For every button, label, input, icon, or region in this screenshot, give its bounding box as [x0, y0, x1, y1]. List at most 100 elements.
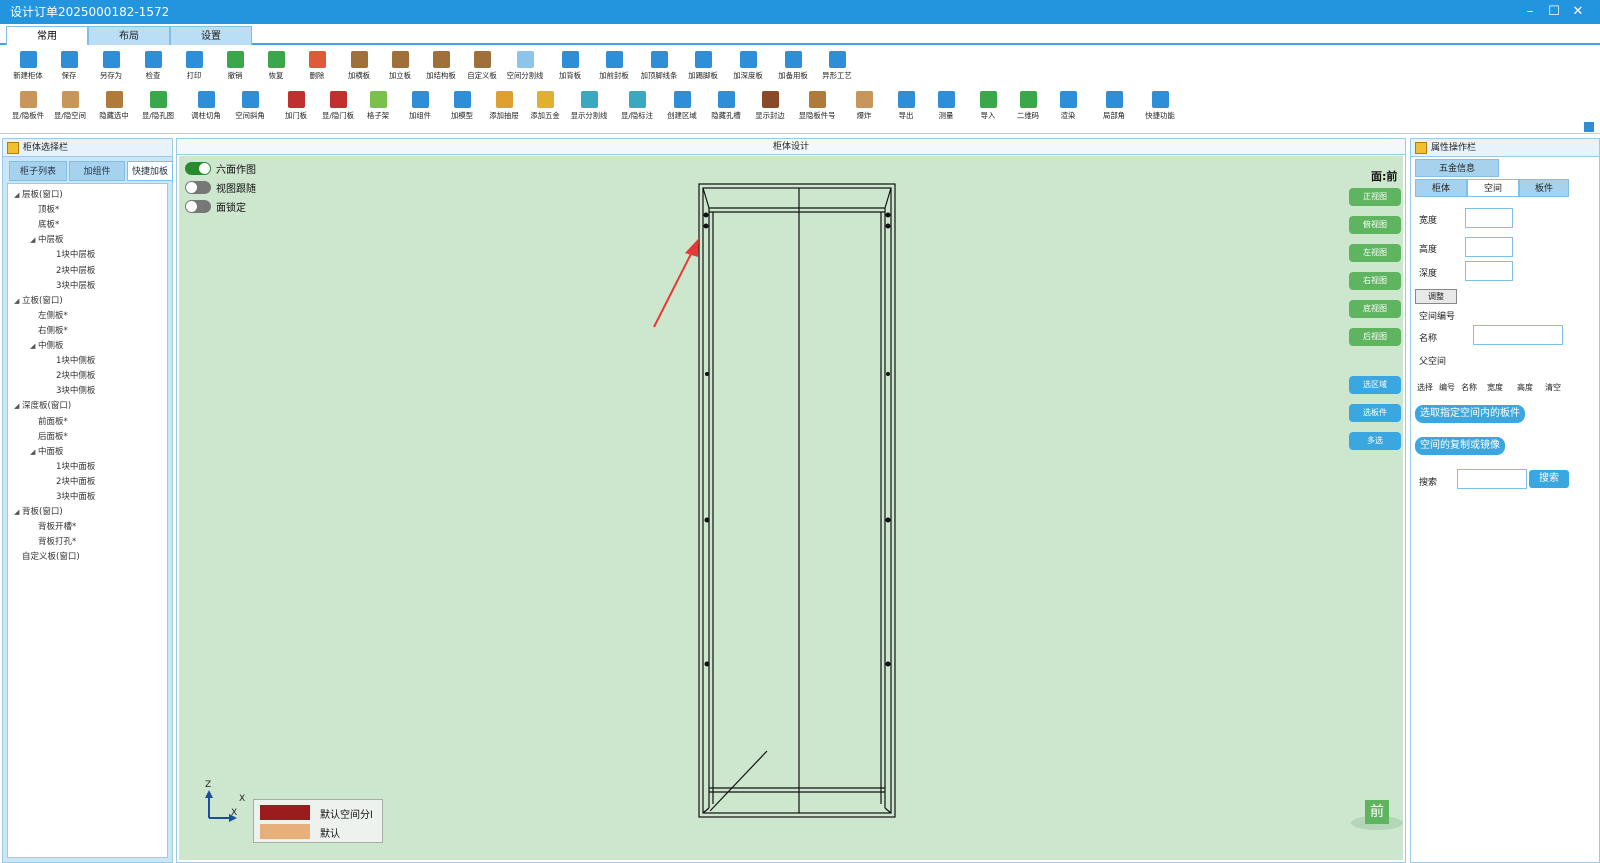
ribbon-row1-button-13[interactable]: 加背板	[548, 45, 592, 85]
select-mode-button-0[interactable]: 选区域	[1349, 376, 1401, 394]
ribbon-row2-button-23[interactable]: 二维码	[1006, 85, 1050, 125]
ribbon-row1-button-4[interactable]: 打印	[172, 45, 216, 85]
select-boards-in-space-button[interactable]: 选取指定空间内的板件	[1415, 405, 1525, 423]
name-input[interactable]	[1473, 325, 1563, 345]
search-input[interactable]	[1457, 469, 1527, 489]
ribbon-row1-button-16[interactable]: 加踢脚板	[681, 45, 725, 85]
tree-expand-icon[interactable]: ◢	[30, 448, 38, 456]
ribbon-row2-button-8[interactable]: 格子架	[356, 85, 400, 125]
ribbon-row1-button-6[interactable]: 恢复	[254, 45, 298, 85]
ribbon-row1-button-10[interactable]: 加结构板	[419, 45, 463, 85]
ribbon-row1-button-19[interactable]: 异形工艺	[815, 45, 859, 85]
tab-common[interactable]: 常用	[6, 26, 88, 45]
tree-expand-icon[interactable]: ◢	[30, 236, 38, 244]
close-button[interactable]: ✕	[1566, 0, 1590, 24]
view-button-3[interactable]: 右视图	[1349, 272, 1401, 290]
tree-item[interactable]: ◢ 层板(窗口)	[14, 188, 63, 200]
tree-item[interactable]: 底板*	[30, 218, 59, 230]
ribbon-row1-button-2[interactable]: 另存为	[89, 45, 133, 85]
ribbon-row1-button-0[interactable]: 新建柜体	[6, 45, 50, 85]
ribbon-row1-button-8[interactable]: 加横板	[337, 45, 381, 85]
ribbon-row2-button-22[interactable]: 导入	[966, 85, 1010, 125]
tree-item[interactable]: 2块中侧板	[48, 369, 95, 381]
ribbon-row2-button-2[interactable]: 隐藏选中	[92, 85, 136, 125]
tree-item[interactable]: 3块中层板	[48, 279, 95, 291]
ribbon-row1-button-15[interactable]: 加顶脚线条	[637, 45, 681, 85]
tree-item[interactable]: 前面板*	[30, 415, 68, 427]
ribbon-row2-button-19[interactable]: 爆炸	[842, 85, 886, 125]
ribbon-row2-button-1[interactable]: 显/隐空间	[48, 85, 92, 125]
ribbon-row1-button-5[interactable]: 撤销	[213, 45, 257, 85]
tab-hardware-info[interactable]: 五金信息	[1415, 159, 1499, 177]
ribbon-row2-button-25[interactable]: 局部角	[1092, 85, 1136, 125]
ribbon-row2-button-18[interactable]: 显隐板件号	[795, 85, 839, 125]
height-input[interactable]	[1465, 237, 1513, 257]
tree-expand-icon[interactable]: ◢	[14, 191, 22, 199]
view-button-0[interactable]: 正视图	[1349, 188, 1401, 206]
ribbon-row1-button-9[interactable]: 加立板	[378, 45, 422, 85]
view-button-4[interactable]: 底视图	[1349, 300, 1401, 318]
ribbon-row2-button-15[interactable]: 创建区域	[660, 85, 704, 125]
tree-item[interactable]: 后面板*	[30, 430, 68, 442]
col-clear[interactable]: 清空	[1545, 382, 1561, 393]
tree-expand-icon[interactable]: ◢	[14, 297, 22, 305]
copy-mirror-space-button[interactable]: 空间的复制或镜像	[1415, 437, 1505, 455]
ribbon-row2-button-20[interactable]: 导出	[884, 85, 928, 125]
tab-layout[interactable]: 布局	[88, 26, 170, 45]
col-height[interactable]: 高度	[1517, 382, 1533, 393]
ribbon-row2-button-24[interactable]: 渲染	[1046, 85, 1090, 125]
tree-item[interactable]: 2块中层板	[48, 264, 95, 276]
ribbon-row2-button-12[interactable]: 添加五金	[523, 85, 567, 125]
3d-viewport[interactable]: 六面作图 视图跟随 面锁定 Z X X 面:前 正视图 俯视图 左视图 右视图 …	[179, 156, 1403, 860]
tree-item[interactable]: 3块中面板	[48, 490, 95, 502]
select-mode-button-1[interactable]: 选板件	[1349, 404, 1401, 422]
tree-item[interactable]: ◢ 中侧板	[30, 339, 64, 351]
view-button-2[interactable]: 左视图	[1349, 244, 1401, 262]
ribbon-row2-button-16[interactable]: 隐藏孔槽	[704, 85, 748, 125]
col-width[interactable]: 宽度	[1487, 382, 1503, 393]
view-button-5[interactable]: 后视图	[1349, 328, 1401, 346]
select-mode-button-2[interactable]: 多选	[1349, 432, 1401, 450]
ribbon-row2-button-17[interactable]: 显示封边	[748, 85, 792, 125]
tab-quick-add-board[interactable]: 快捷加板	[127, 161, 173, 181]
tree-item[interactable]: 顶板*	[30, 203, 59, 215]
tab-settings[interactable]: 设置	[170, 26, 252, 45]
tree-item[interactable]: 1块中面板	[48, 460, 95, 472]
ribbon-row1-button-7[interactable]: 删除	[295, 45, 339, 85]
adjust-button[interactable]: 调整	[1415, 289, 1457, 304]
tree-item[interactable]: ◢ 中层板	[30, 233, 64, 245]
ribbon-row2-button-14[interactable]: 显/隐标注	[615, 85, 659, 125]
maximize-button[interactable]: ☐	[1542, 0, 1566, 24]
search-button[interactable]: 搜索	[1529, 470, 1569, 488]
ribbon-row2-button-4[interactable]: 调柱切角	[184, 85, 228, 125]
ribbon-row2-button-21[interactable]: 测量	[924, 85, 968, 125]
tree-item[interactable]: 左侧板*	[30, 309, 68, 321]
tree-item[interactable]: 2块中面板	[48, 475, 95, 487]
tree-item[interactable]: 背板打孔*	[30, 535, 76, 547]
ribbon-row2-button-10[interactable]: 加模型	[440, 85, 484, 125]
view-cube-front[interactable]: 前	[1365, 800, 1389, 824]
ribbon-row2-button-26[interactable]: 快捷功能	[1138, 85, 1182, 125]
tree-item[interactable]: 3块中侧板	[48, 384, 95, 396]
width-input[interactable]	[1465, 208, 1513, 228]
tree-expand-icon[interactable]: ◢	[14, 402, 22, 410]
ribbon-row2-button-0[interactable]: 显/隐板件	[6, 85, 50, 125]
col-name[interactable]: 名称	[1461, 382, 1477, 393]
ribbon-row2-button-6[interactable]: 加门板	[274, 85, 318, 125]
tree-item[interactable]: 1块中侧板	[48, 354, 95, 366]
tree-item[interactable]: 自定义板(窗口)	[14, 550, 80, 562]
depth-input[interactable]	[1465, 261, 1513, 281]
tree-item[interactable]: ◢ 深度板(窗口)	[14, 399, 71, 411]
col-number[interactable]: 编号	[1439, 382, 1455, 393]
tree-item[interactable]: 背板开槽*	[30, 520, 76, 532]
minimize-button[interactable]: –	[1518, 0, 1542, 24]
ribbon-row1-button-11[interactable]: 自定义板	[460, 45, 504, 85]
ribbon-row1-button-1[interactable]: 保存	[47, 45, 91, 85]
tree-item[interactable]: ◢ 中面板	[30, 445, 64, 457]
ribbon-row1-button-17[interactable]: 加深度板	[726, 45, 770, 85]
ribbon-row2-button-5[interactable]: 空间斜角	[228, 85, 272, 125]
col-select[interactable]: 选择	[1417, 382, 1433, 393]
ribbon-row2-button-13[interactable]: 显示分割线	[567, 85, 611, 125]
tab-space[interactable]: 空间	[1467, 179, 1519, 197]
ribbon-row1-button-18[interactable]: 加备用板	[771, 45, 815, 85]
